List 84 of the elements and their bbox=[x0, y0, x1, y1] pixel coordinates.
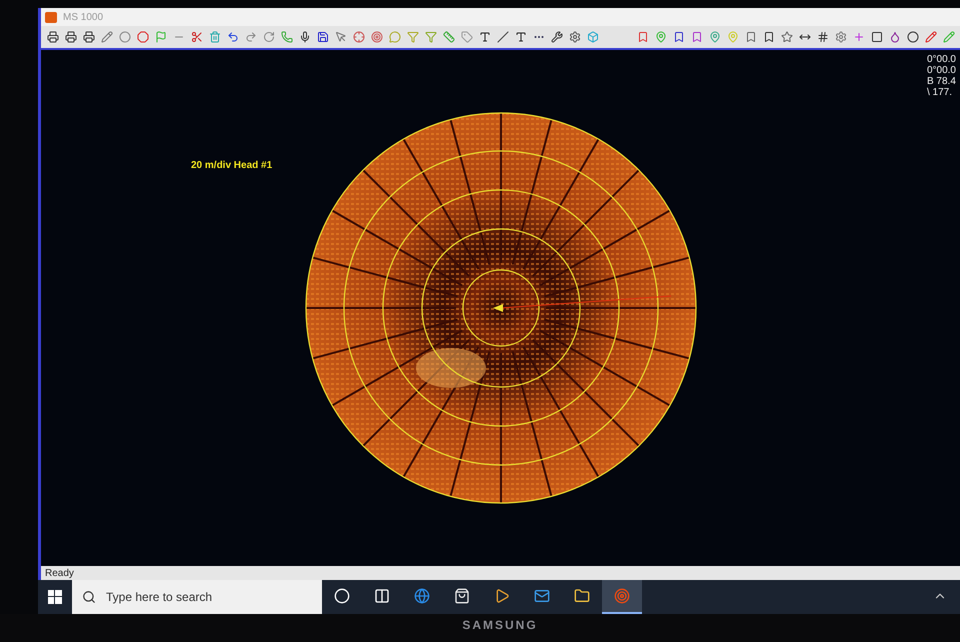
window-title: MS 1000 bbox=[63, 12, 104, 22]
printer-button[interactable] bbox=[81, 30, 96, 44]
wrench-button[interactable] bbox=[549, 30, 564, 44]
pencil-icon bbox=[942, 31, 954, 43]
curved-arrow-icon bbox=[226, 31, 238, 43]
windows-logo-icon bbox=[48, 590, 62, 604]
settings-icon bbox=[834, 31, 846, 43]
line-tool-button[interactable] bbox=[495, 30, 510, 44]
text-tool-icon bbox=[514, 31, 526, 43]
crosshair-button[interactable] bbox=[351, 30, 366, 44]
pointer-button[interactable] bbox=[333, 30, 348, 44]
search-field[interactable]: Type here to search bbox=[72, 580, 322, 614]
printer-icon bbox=[46, 31, 58, 43]
star-icon bbox=[780, 31, 792, 43]
pencil-button[interactable] bbox=[923, 30, 938, 44]
pencil-icon bbox=[924, 31, 936, 43]
crosshair-icon bbox=[352, 31, 364, 43]
speech-bubble-icon bbox=[388, 31, 400, 43]
save-icon bbox=[316, 31, 328, 43]
microphone-icon bbox=[298, 31, 310, 43]
settings-icon bbox=[568, 31, 580, 43]
pin-icon bbox=[708, 31, 720, 43]
square-button[interactable] bbox=[869, 30, 884, 44]
circle-icon bbox=[118, 31, 130, 43]
droplet-icon bbox=[888, 31, 900, 43]
app-icon bbox=[45, 12, 57, 22]
printer-icon bbox=[82, 31, 94, 43]
plus-icon bbox=[852, 31, 864, 43]
cube-icon bbox=[586, 31, 598, 43]
save-button[interactable] bbox=[315, 30, 330, 44]
scissors-button[interactable] bbox=[189, 30, 204, 44]
pencil-button[interactable] bbox=[99, 30, 114, 44]
grid-icon bbox=[816, 31, 828, 43]
ruler-button[interactable] bbox=[441, 30, 456, 44]
coordinate-readout: \ 177. bbox=[926, 87, 953, 98]
trash-icon bbox=[208, 31, 220, 43]
pin-icon bbox=[654, 31, 666, 43]
marker-icon bbox=[672, 31, 684, 43]
shopping-bag-icon bbox=[454, 588, 470, 604]
marker-icon bbox=[744, 31, 756, 43]
pin-icon bbox=[726, 31, 738, 43]
wrench-icon bbox=[550, 31, 562, 43]
tag-icon bbox=[460, 31, 472, 43]
circle-icon bbox=[334, 588, 350, 604]
printer-icon bbox=[64, 31, 76, 43]
stop-sign-button[interactable] bbox=[135, 30, 150, 44]
pointer-icon bbox=[334, 31, 346, 43]
folder-icon bbox=[574, 588, 590, 604]
rotate-icon bbox=[262, 31, 274, 43]
stop-sign-icon bbox=[136, 31, 148, 43]
line-tool-icon bbox=[496, 31, 508, 43]
flag-icon bbox=[154, 31, 166, 43]
status-text: Ready bbox=[45, 568, 74, 578]
marker-icon bbox=[762, 31, 774, 43]
mail-icon bbox=[534, 588, 550, 604]
pencil-icon bbox=[100, 31, 112, 43]
phone-icon bbox=[280, 31, 292, 43]
printer-button[interactable] bbox=[63, 30, 78, 44]
circle-button[interactable] bbox=[117, 30, 132, 44]
ruler-icon bbox=[442, 31, 454, 43]
square-icon bbox=[870, 31, 882, 43]
rotate-button[interactable] bbox=[261, 30, 276, 44]
coordinate-readout: B 78.4 bbox=[926, 76, 956, 87]
target-button[interactable] bbox=[369, 30, 384, 44]
globe-icon bbox=[414, 588, 430, 604]
curved-arrow-icon bbox=[244, 31, 256, 43]
star-button[interactable] bbox=[779, 30, 794, 44]
task-view-icon bbox=[374, 588, 390, 604]
target-icon bbox=[370, 31, 382, 43]
text-tool-icon bbox=[478, 31, 490, 43]
scissors-icon bbox=[190, 31, 202, 43]
funnel-icon bbox=[424, 31, 436, 43]
settings-button[interactable] bbox=[833, 30, 848, 44]
printer-button[interactable] bbox=[45, 30, 60, 44]
settings-button[interactable] bbox=[567, 30, 582, 44]
marker-icon bbox=[636, 31, 648, 43]
funnel-icon bbox=[406, 31, 418, 43]
scale-label: 20 m/div Head #1 bbox=[191, 160, 272, 171]
play-icon bbox=[494, 588, 510, 604]
monitor-brand: SAMSUNG bbox=[462, 618, 538, 632]
coordinate-readout: 0°00.0 bbox=[926, 54, 956, 65]
coordinate-readout: 0°00.0 bbox=[926, 65, 956, 76]
target-icon bbox=[614, 588, 630, 604]
marker-icon bbox=[690, 31, 702, 43]
